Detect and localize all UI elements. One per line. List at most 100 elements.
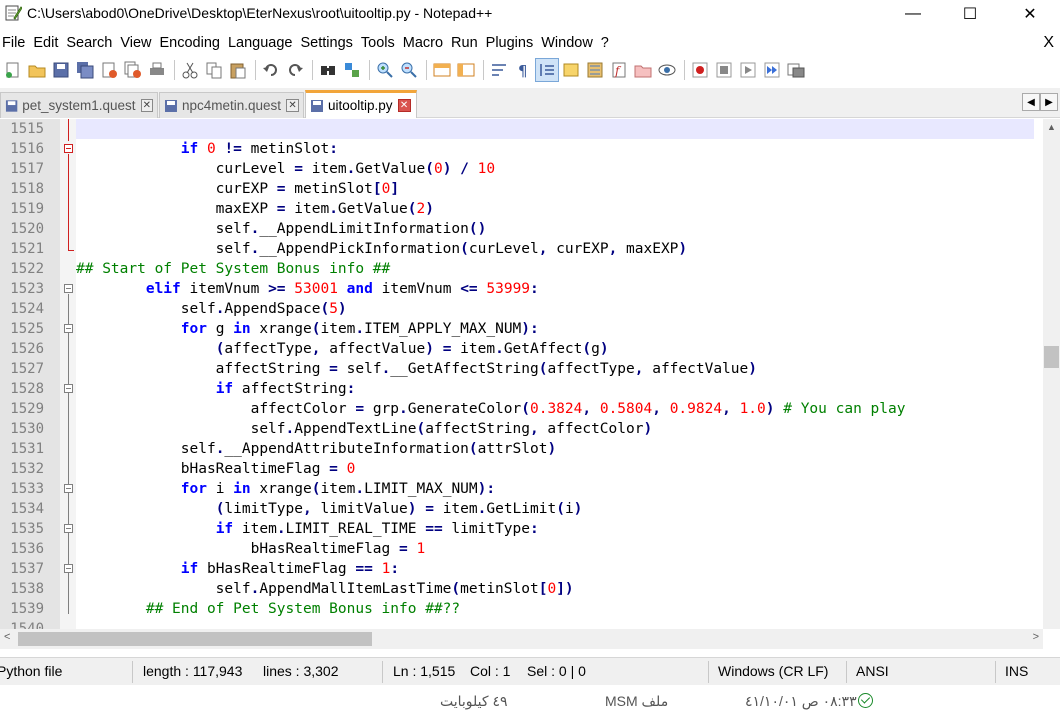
new-file-icon[interactable] (2, 59, 24, 81)
close-window-button[interactable]: ✕ (1007, 0, 1053, 28)
scroll-up-icon[interactable]: ▲ (1047, 122, 1056, 132)
horizontal-scrollbar[interactable]: < > (0, 629, 1043, 649)
menu-macro[interactable]: Macro (402, 35, 450, 51)
show-all-chars-icon[interactable]: ¶ (512, 59, 534, 81)
zoom-in-icon[interactable] (374, 59, 396, 81)
code-line[interactable]: maxEXP = item.GetValue(2) (76, 199, 1034, 219)
define-language-icon[interactable] (560, 59, 582, 81)
fold-collapse-icon[interactable] (64, 324, 73, 333)
status-eol[interactable]: Windows (CR LF) (718, 663, 828, 679)
find-icon[interactable] (317, 59, 339, 81)
monitoring-icon[interactable] (656, 59, 678, 81)
copy-icon[interactable] (203, 59, 225, 81)
code-line[interactable]: affectColor = grp.GenerateColor(0.3824, … (76, 399, 1034, 419)
horizontal-scroll-thumb[interactable] (18, 632, 372, 646)
menu-view[interactable]: View (119, 35, 158, 51)
menu-search[interactable]: Search (65, 35, 119, 51)
stop-macro-icon[interactable] (713, 59, 735, 81)
close-icon[interactable] (98, 59, 120, 81)
tab-scroll-left-button[interactable]: ◀ (1022, 93, 1040, 111)
tab-close-icon[interactable]: ✕ (286, 99, 299, 112)
menu-edit[interactable]: Edit (32, 35, 65, 51)
zoom-out-icon[interactable] (398, 59, 420, 81)
menu-settings[interactable]: Settings (299, 35, 359, 51)
menu-window[interactable]: Window (540, 35, 600, 51)
play-macro-icon[interactable] (737, 59, 759, 81)
close-document-button[interactable]: X (1043, 34, 1054, 52)
code-line[interactable]: (limitType, limitValue) = item.GetLimit(… (76, 499, 1034, 519)
code-line[interactable]: for g in xrange(item.ITEM_APPLY_MAX_NUM)… (76, 319, 1034, 339)
fold-collapse-icon[interactable] (64, 484, 73, 493)
tab-close-icon[interactable]: ✕ (140, 99, 153, 112)
word-wrap-icon[interactable] (488, 59, 510, 81)
fold-collapse-icon[interactable] (64, 524, 73, 533)
fold-collapse-icon[interactable] (64, 384, 73, 393)
code-line[interactable]: ## End of Pet System Bonus info ##?? (76, 599, 1034, 619)
print-icon[interactable] (146, 59, 168, 81)
tab-uitooltip-py[interactable]: uitooltip.py ✕ (305, 90, 417, 118)
menu-run[interactable]: Run (450, 35, 485, 51)
redo-icon[interactable] (284, 59, 306, 81)
menu-plugins[interactable]: Plugins (485, 35, 541, 51)
code-line[interactable]: if bHasRealtimeFlag == 1: (76, 559, 1034, 579)
code-line[interactable]: affectString = self.__GetAffectString(af… (76, 359, 1034, 379)
current-code-line[interactable] (76, 119, 1034, 139)
replace-icon[interactable] (341, 59, 363, 81)
close-all-icon[interactable] (122, 59, 144, 81)
code-line[interactable]: self.__AppendAttributeInformation(attrSl… (76, 439, 1034, 459)
code-line[interactable]: for i in xrange(item.LIMIT_MAX_NUM): (76, 479, 1034, 499)
minimize-button[interactable]: — (890, 0, 936, 28)
code-line[interactable]: self.__AppendPickInformation(curLevel, c… (76, 239, 1034, 259)
save-all-icon[interactable] (74, 59, 96, 81)
code-line[interactable]: ## Start of Pet System Bonus info ## (76, 259, 1034, 279)
function-list-icon[interactable]: f (608, 59, 630, 81)
code-line[interactable]: self.AppendTextLine(affectString, affect… (76, 419, 1034, 439)
code-line[interactable]: self.AppendMallItemLastTime(metinSlot[0]… (76, 579, 1034, 599)
status-encoding[interactable]: ANSI (856, 663, 889, 679)
menu-tools[interactable]: Tools (360, 35, 402, 51)
vertical-scroll-thumb[interactable] (1044, 346, 1059, 368)
code-line[interactable]: elif itemVnum >= 53001 and itemVnum <= 5… (76, 279, 1034, 299)
save-icon[interactable] (50, 59, 72, 81)
menu-file[interactable]: File (1, 35, 32, 51)
indent-guide-icon[interactable] (535, 58, 559, 82)
menu-help[interactable]: ? (600, 35, 616, 51)
tab-pet-system1-quest[interactable]: pet_system1.quest ✕ (0, 92, 158, 118)
code-line[interactable]: bHasRealtimeFlag = 1 (76, 539, 1034, 559)
tab-close-icon[interactable]: ✕ (397, 99, 411, 112)
code-line[interactable]: if affectString: (76, 379, 1034, 399)
sync-horizontal-icon[interactable] (455, 59, 477, 81)
code-line[interactable]: self.__AppendLimitInformation() (76, 219, 1034, 239)
tab-scroll-right-button[interactable]: ▶ (1040, 93, 1058, 111)
record-macro-icon[interactable] (689, 59, 711, 81)
sync-vertical-icon[interactable] (431, 59, 453, 81)
paste-icon[interactable] (227, 59, 249, 81)
fold-collapse-icon[interactable] (64, 564, 73, 573)
code-line[interactable]: curLevel = item.GetValue(0) / 10 (76, 159, 1034, 179)
code-line[interactable]: if item.LIMIT_REAL_TIME == limitType: (76, 519, 1034, 539)
scroll-left-icon[interactable]: < (4, 631, 10, 643)
code-line[interactable]: if 0 != metinSlot: (76, 139, 1034, 159)
run-macro-multiple-icon[interactable] (761, 59, 783, 81)
code-line[interactable]: bHasRealtimeFlag = 0 (76, 459, 1034, 479)
menu-language[interactable]: Language (227, 35, 300, 51)
code-line[interactable]: (affectType, affectValue) = item.GetAffe… (76, 339, 1034, 359)
maximize-button[interactable]: ☐ (947, 0, 993, 28)
save-macro-icon[interactable] (785, 59, 807, 81)
scroll-right-icon[interactable]: > (1033, 631, 1039, 643)
code-line[interactable] (76, 619, 1034, 629)
document-map-icon[interactable] (584, 59, 606, 81)
code-line[interactable]: self.AppendSpace(5) (76, 299, 1034, 319)
cut-icon[interactable] (179, 59, 201, 81)
vertical-scrollbar[interactable]: ▲ (1043, 119, 1060, 629)
fold-collapse-icon[interactable] (64, 284, 73, 293)
fold-collapse-icon[interactable] (64, 144, 73, 153)
undo-icon[interactable] (260, 59, 282, 81)
status-insert-mode[interactable]: INS (1005, 663, 1028, 679)
code-text-area[interactable]: if 0 != metinSlot: curLevel = item.GetVa… (76, 119, 1034, 629)
code-editor[interactable]: 1515 1516 1517 1518 1519 1520 1521 1522 1523 1524… (0, 119, 1060, 629)
folder-workspace-icon[interactable] (632, 59, 654, 81)
code-line[interactable]: curEXP = metinSlot[0] (76, 179, 1034, 199)
menu-encoding[interactable]: Encoding (159, 35, 227, 51)
tab-npc4metin-quest[interactable]: npc4metin.quest ✕ (159, 92, 304, 118)
